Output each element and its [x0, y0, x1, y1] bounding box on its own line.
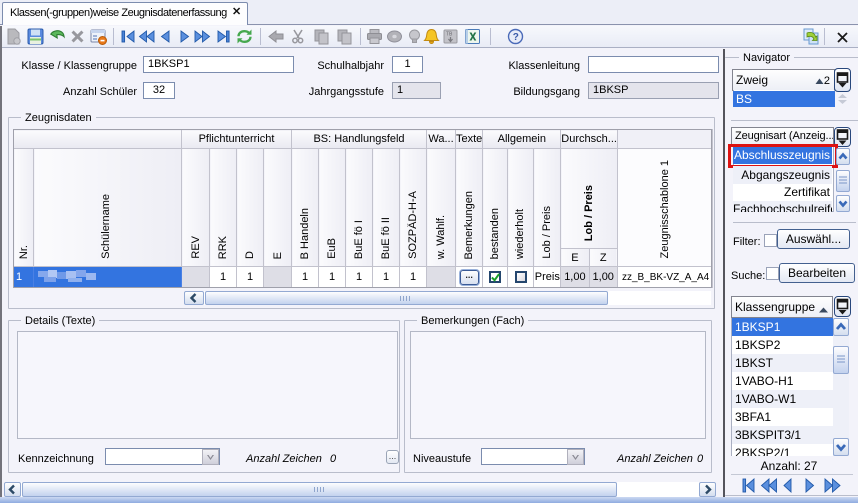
svg-text:?: ?: [513, 32, 519, 43]
svg-text:TB: TB: [446, 32, 453, 38]
